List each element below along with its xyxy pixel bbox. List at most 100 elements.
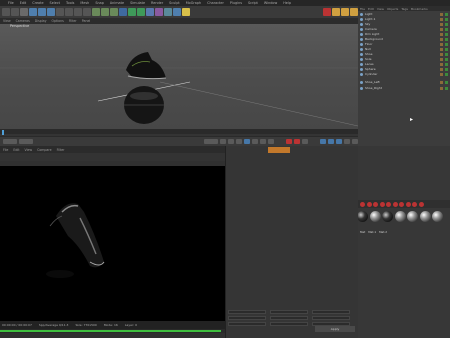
material-layer-icon[interactable] bbox=[405, 201, 411, 207]
tag-icon[interactable] bbox=[440, 52, 443, 56]
viewport-menu-panel[interactable]: Panel bbox=[82, 19, 91, 23]
cube-icon[interactable] bbox=[119, 8, 127, 16]
tag-icon[interactable] bbox=[440, 37, 443, 41]
apply-button[interactable]: Apply bbox=[315, 326, 355, 332]
material-extra-icon[interactable] bbox=[412, 201, 417, 207]
material-swatch[interactable] bbox=[407, 211, 418, 222]
prev-frame-icon[interactable] bbox=[236, 139, 242, 144]
visibility-check-icon[interactable] bbox=[445, 72, 448, 76]
material-texture-icon[interactable] bbox=[379, 201, 385, 207]
array-icon[interactable] bbox=[146, 8, 154, 16]
subdivision-icon[interactable] bbox=[137, 8, 145, 16]
render-view-icon[interactable] bbox=[92, 8, 100, 16]
viewport-menu-cameras[interactable]: Cameras bbox=[16, 19, 30, 23]
redo-icon[interactable] bbox=[11, 8, 19, 16]
menu-sculpt[interactable]: Sculpt bbox=[169, 1, 180, 5]
object-menu-bookmarks[interactable]: Bookmarks bbox=[411, 7, 428, 11]
next-key-icon[interactable] bbox=[260, 139, 266, 144]
tag-icon[interactable] bbox=[440, 22, 443, 26]
orange-tab[interactable] bbox=[268, 147, 290, 153]
menu-file[interactable]: File bbox=[8, 1, 14, 5]
x-axis-icon[interactable] bbox=[56, 8, 64, 16]
object-menu-tags[interactable]: Tags bbox=[401, 7, 408, 11]
play-icon[interactable] bbox=[244, 139, 250, 144]
visibility-check-icon[interactable] bbox=[445, 47, 448, 51]
tag-icon[interactable] bbox=[440, 72, 443, 76]
menu-help[interactable]: Help bbox=[283, 1, 291, 5]
pen-icon[interactable] bbox=[128, 8, 136, 16]
prev-key-icon[interactable] bbox=[228, 139, 234, 144]
tag-icon[interactable] bbox=[440, 67, 443, 71]
size-x-field[interactable] bbox=[270, 310, 308, 314]
viewport-menu-options[interactable]: Options bbox=[52, 19, 64, 23]
visibility-check-icon[interactable] bbox=[445, 22, 448, 26]
tag-icon[interactable] bbox=[440, 32, 443, 36]
viewport-menu-view[interactable]: View bbox=[3, 19, 11, 23]
render-menu-file[interactable]: File bbox=[3, 148, 8, 152]
material-swatch[interactable] bbox=[382, 211, 393, 222]
record-icon[interactable] bbox=[323, 8, 331, 16]
timeline-ruler[interactable] bbox=[0, 129, 358, 137]
tag-icon[interactable] bbox=[440, 42, 443, 46]
visibility-check-icon[interactable] bbox=[445, 67, 448, 71]
key-param-icon[interactable] bbox=[344, 139, 350, 144]
visibility-check-icon[interactable] bbox=[445, 12, 448, 16]
visibility-check-icon[interactable] bbox=[445, 86, 448, 90]
size-y-field[interactable] bbox=[270, 316, 308, 320]
rotation-p-field[interactable] bbox=[312, 316, 350, 320]
tag-icon[interactable] bbox=[440, 12, 443, 16]
3d-viewport[interactable] bbox=[0, 22, 358, 129]
rotation-h-field[interactable] bbox=[312, 310, 350, 314]
menu-tools[interactable]: Tools bbox=[66, 1, 74, 5]
size-z-field[interactable] bbox=[270, 322, 308, 326]
material-function-icon[interactable] bbox=[373, 201, 378, 207]
visibility-check-icon[interactable] bbox=[445, 52, 448, 56]
viewport-menu-filter[interactable]: Filter bbox=[69, 19, 77, 23]
render-menu-compare[interactable]: Compare bbox=[37, 148, 51, 152]
menu-window[interactable]: Window bbox=[264, 1, 277, 5]
key-position-icon[interactable] bbox=[320, 139, 326, 144]
deformer-icon[interactable] bbox=[155, 8, 163, 16]
position-x-field[interactable] bbox=[228, 310, 266, 314]
position-z-field[interactable] bbox=[228, 322, 266, 326]
render-menu-view[interactable]: View bbox=[25, 148, 33, 152]
min-frame-field[interactable] bbox=[204, 139, 218, 144]
visibility-check-icon[interactable] bbox=[445, 57, 448, 61]
tag-icon[interactable] bbox=[440, 80, 443, 84]
start-frame-field[interactable] bbox=[19, 139, 33, 144]
render-output[interactable] bbox=[0, 166, 225, 321]
menu-select[interactable]: Select bbox=[50, 1, 60, 5]
material-filter-icon[interactable] bbox=[386, 201, 391, 207]
material-swatch[interactable] bbox=[394, 211, 406, 222]
go-to-end-icon[interactable] bbox=[268, 139, 274, 144]
autokey-icon[interactable] bbox=[341, 8, 349, 16]
position-y-field[interactable] bbox=[228, 316, 266, 320]
menu-simulate[interactable]: Simulate bbox=[130, 1, 145, 5]
menu-character[interactable]: Character bbox=[207, 1, 224, 5]
visibility-check-icon[interactable] bbox=[445, 17, 448, 21]
current-frame-field[interactable] bbox=[3, 139, 17, 144]
list-item[interactable]: Shoe_Right bbox=[360, 86, 448, 91]
material-swatch[interactable] bbox=[369, 211, 381, 222]
visibility-check-icon[interactable] bbox=[445, 80, 448, 84]
render-menu-edit[interactable]: Edit bbox=[13, 148, 19, 152]
object-menu-edit[interactable]: Edit bbox=[368, 7, 374, 11]
material-swatch[interactable] bbox=[419, 211, 431, 222]
tag-icon[interactable] bbox=[440, 47, 443, 51]
menu-mesh[interactable]: Mesh bbox=[80, 1, 89, 5]
move-icon[interactable] bbox=[29, 8, 37, 16]
light-icon[interactable] bbox=[182, 8, 190, 16]
render-settings-icon[interactable] bbox=[110, 8, 118, 16]
visibility-check-icon[interactable] bbox=[445, 27, 448, 31]
world-icon[interactable] bbox=[83, 8, 91, 16]
render-menu-filter[interactable]: Filter bbox=[57, 148, 65, 152]
tag-icon[interactable] bbox=[440, 86, 443, 90]
keyframe-selection-icon[interactable] bbox=[302, 139, 308, 144]
live-select-icon[interactable] bbox=[20, 8, 28, 16]
list-item[interactable]: Cylinder bbox=[360, 72, 448, 77]
visibility-check-icon[interactable] bbox=[445, 42, 448, 46]
object-menu-file[interactable]: File bbox=[360, 7, 365, 11]
menu-mograph[interactable]: MoGraph bbox=[186, 1, 201, 5]
menu-plugins[interactable]: Plugins bbox=[230, 1, 242, 5]
autokey-record-icon[interactable] bbox=[294, 139, 300, 144]
